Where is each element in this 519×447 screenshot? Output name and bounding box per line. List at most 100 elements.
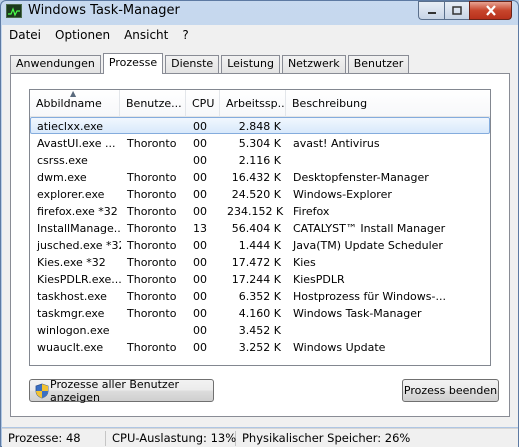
column-header-user[interactable]: Benutze... (120, 90, 186, 117)
cell-user: Thoronto (127, 273, 177, 286)
task-manager-icon (6, 4, 22, 18)
cell-memory: 2.848 K (238, 120, 281, 133)
cell-user: Thoronto (127, 290, 177, 303)
cell-cpu: 00 (193, 137, 207, 150)
task-manager-window: Windows Task-Manager Datei Optionen Ansi… (0, 0, 519, 447)
cell-memory: 2.116 K (238, 154, 281, 167)
status-cpu-usage: CPU-Auslastung: 13% (106, 430, 236, 446)
tab-anwendungen[interactable]: Anwendungen (10, 55, 101, 73)
window-title: Windows Task-Manager (28, 3, 180, 18)
cell-cpu: 00 (193, 154, 207, 167)
cell-name: winlogon.exe (37, 324, 110, 337)
status-memory-usage: Physikalischer Speicher: 26% (242, 430, 411, 445)
minimize-button[interactable] (418, 1, 444, 20)
cell-name: Kies.exe *32 (37, 256, 106, 269)
uac-shield-icon (35, 383, 49, 399)
processes-panel: ▲ Abbildname Benutze... CPU Arbeitssp...… (10, 73, 510, 417)
column-header-cpu[interactable]: CPU (186, 90, 220, 117)
table-row[interactable]: winlogon.exe 00 3.452 K (30, 321, 490, 338)
column-header-description[interactable]: Beschreibung (286, 90, 446, 117)
table-row[interactable]: KiesPDLR.exe... Thoronto 00 17.244 K KiesPDL… (30, 270, 490, 287)
menu-help[interactable]: ? (175, 28, 195, 42)
cell-cpu: 00 (193, 256, 207, 269)
cell-user: Thoronto (127, 205, 177, 218)
table-row[interactable]: firefox.exe *32 Thoronto 00 234.152 K Firefo… (30, 202, 490, 219)
table-row[interactable]: wuauclt.exe Thoronto 00 3.252 K Windows Upda… (30, 338, 490, 355)
cell-user: Thoronto (127, 239, 177, 252)
cell-name: dwm.exe (37, 171, 87, 184)
status-bar: Prozesse: 48 CPU-Auslastung: 13% Physika… (2, 428, 518, 447)
column-header-name[interactable]: ▲ Abbildname (30, 90, 120, 117)
process-list[interactable]: ▲ Abbildname Benutze... CPU Arbeitssp...… (29, 89, 491, 366)
tab-prozesse[interactable]: Prozesse (102, 53, 164, 74)
tab-leistung[interactable]: Leistung (221, 55, 280, 73)
cell-description: Hostprozess für Windows-... (293, 290, 446, 303)
table-row[interactable]: csrss.exe 00 2.116 K (30, 151, 490, 168)
cell-description: Java(TM) Update Scheduler (293, 239, 443, 252)
cell-name: firefox.exe *32 (37, 205, 118, 218)
cell-name: AvastUI.exe ... (37, 137, 116, 150)
menu-ansicht[interactable]: Ansicht (117, 28, 175, 42)
menu-datei[interactable]: Datei (2, 28, 48, 42)
cell-cpu: 00 (193, 188, 207, 201)
maximize-icon (452, 6, 462, 15)
status-process-count: Prozesse: 48 (2, 430, 106, 446)
close-button[interactable] (469, 1, 512, 20)
table-row[interactable]: taskhost.exe Thoronto 00 6.352 K Hostprozess… (30, 287, 490, 304)
cell-memory: 56.404 K (231, 222, 281, 235)
title-bar[interactable]: Windows Task-Manager (1, 1, 518, 23)
cell-user: Thoronto (127, 188, 177, 201)
cell-user: Thoronto (127, 222, 177, 235)
cell-cpu: 00 (193, 341, 207, 354)
client-area: Anwendungen Prozesse Dienste Leistung Ne… (2, 45, 518, 427)
list-header: ▲ Abbildname Benutze... CPU Arbeitssp...… (30, 90, 490, 117)
tab-benutzer[interactable]: Benutzer (347, 55, 410, 73)
end-process-button[interactable]: Prozess beenden (402, 379, 499, 402)
table-row[interactable]: taskmgr.exe Thoronto 00 4.160 K Windows Task… (30, 304, 490, 321)
table-row[interactable]: jusched.exe *32 Thoronto 00 1.444 K Java(TM)… (30, 236, 490, 253)
cell-description: Firefox (293, 205, 330, 218)
table-row[interactable]: AvastUI.exe ... Thoronto 00 5.304 K avast! A… (30, 134, 490, 151)
cell-cpu: 13 (193, 222, 207, 235)
cell-description: Windows Update (293, 341, 386, 354)
cell-description: Windows-Explorer (293, 188, 392, 201)
cell-cpu: 00 (193, 120, 207, 133)
cell-user: Thoronto (127, 256, 177, 269)
cell-description: Kies (293, 256, 316, 269)
tab-strip: Anwendungen Prozesse Dienste Leistung Ne… (10, 53, 411, 74)
cell-name: explorer.exe (37, 188, 105, 201)
table-row[interactable]: Kies.exe *32 Thoronto 00 17.472 K Kies (30, 253, 490, 270)
cell-description: Desktopfenster-Manager (293, 171, 429, 184)
menu-optionen[interactable]: Optionen (48, 28, 117, 42)
cell-memory: 5.304 K (238, 137, 281, 150)
table-row[interactable]: atieclxx.exe 00 2.848 K (30, 117, 490, 134)
tab-netzwerk[interactable]: Netzwerk (281, 55, 346, 73)
cell-name: InstallManage... (37, 222, 121, 235)
cell-cpu: 00 (193, 205, 207, 218)
cell-description: KiesPDLR (293, 273, 345, 286)
cell-name: KiesPDLR.exe... (37, 273, 121, 286)
column-header-memory[interactable]: Arbeitssp... (220, 90, 286, 117)
cell-memory: 17.472 K (231, 256, 281, 269)
show-all-users-button[interactable]: Prozesse aller Benutzer anzeigen (29, 377, 214, 404)
cell-cpu: 00 (193, 171, 207, 184)
cell-memory: 17.244 K (231, 273, 281, 286)
show-all-users-label: Prozesse aller Benutzer anzeigen (50, 377, 179, 404)
maximize-button[interactable] (444, 1, 469, 20)
cell-cpu: 00 (193, 307, 207, 320)
table-row[interactable]: dwm.exe Thoronto 00 16.432 K Desktopfenster-… (30, 168, 490, 185)
tab-dienste[interactable]: Dienste (165, 55, 220, 73)
table-row[interactable]: explorer.exe Thoronto 00 24.520 K Windows-Ex… (30, 185, 490, 202)
cell-name: wuauclt.exe (37, 341, 104, 354)
cell-description: avast! Antivirus (293, 137, 380, 150)
cell-description (287, 322, 447, 337)
cell-user: Thoronto (127, 137, 177, 150)
table-row[interactable]: InstallManage... Thoronto 13 56.404 K CATALY… (30, 219, 490, 236)
cell-description (287, 118, 447, 133)
cell-user (121, 118, 187, 133)
cell-name: jusched.exe *32 (37, 239, 121, 252)
cell-user (121, 152, 187, 167)
cell-user: Thoronto (127, 171, 177, 184)
cell-name: atieclxx.exe (37, 120, 104, 133)
cell-user: Thoronto (127, 307, 177, 320)
